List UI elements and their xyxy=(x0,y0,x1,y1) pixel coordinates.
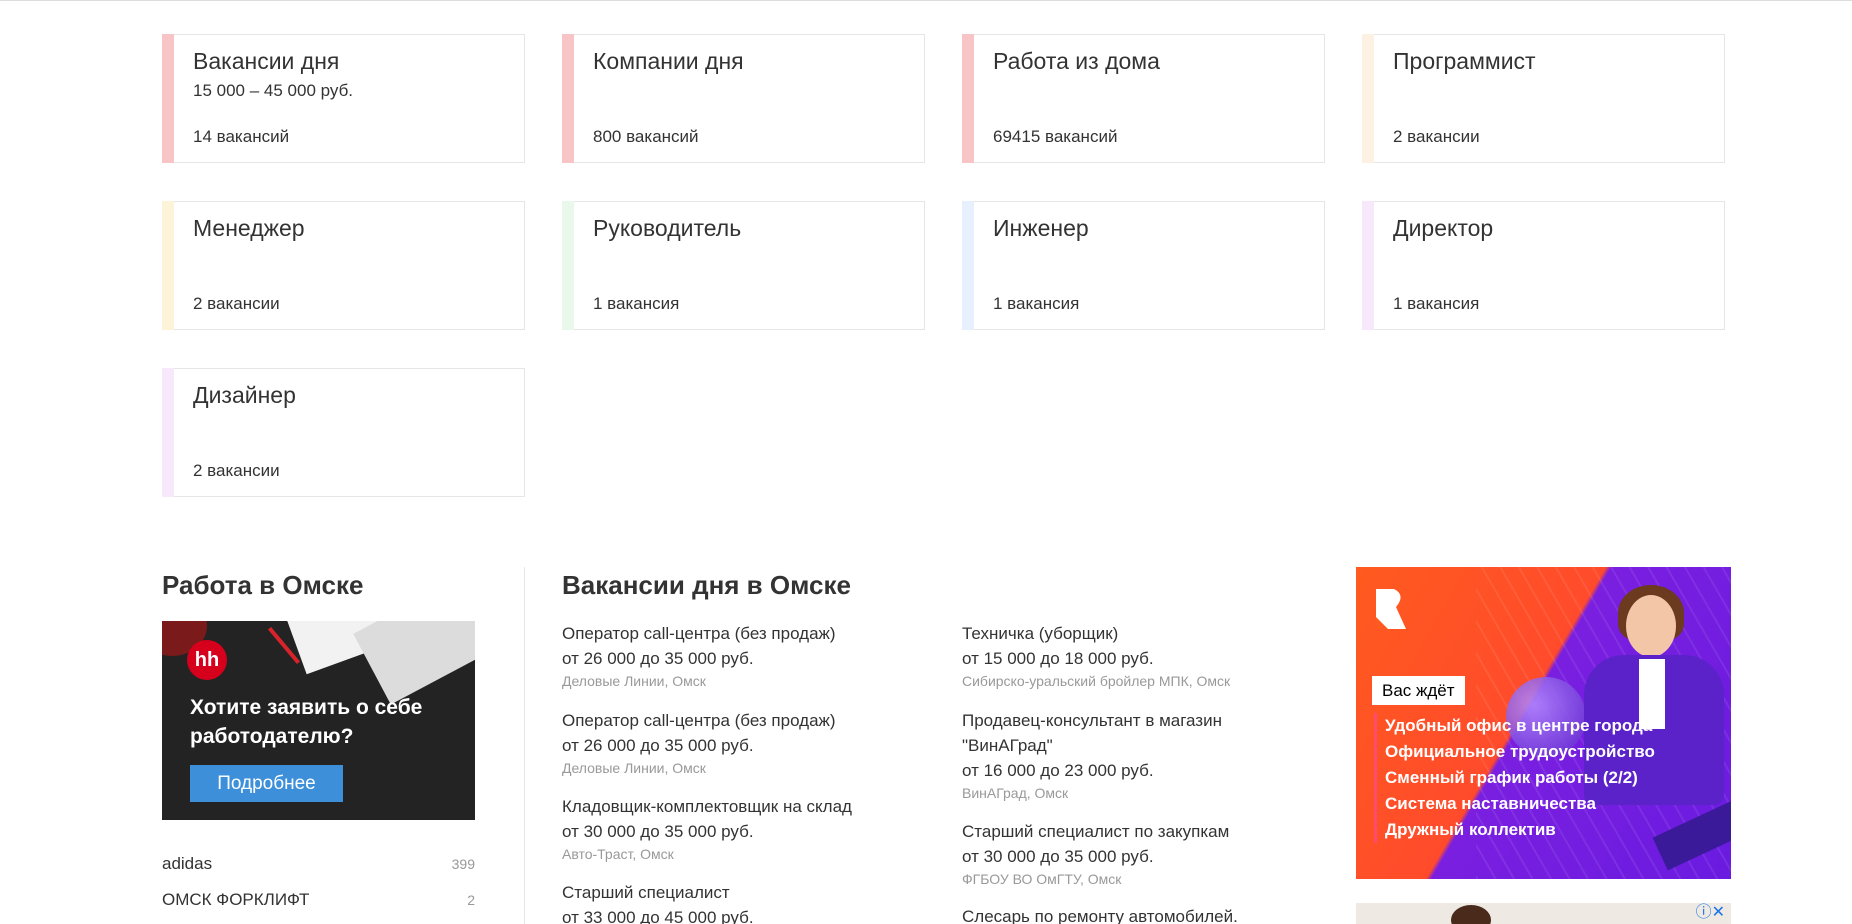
card-title: Программист xyxy=(1393,48,1536,74)
card-count: 69415 вакансий xyxy=(993,127,1118,146)
card-count: 2 вакансии xyxy=(193,294,280,313)
column-divider xyxy=(524,567,525,924)
card-stripe xyxy=(162,368,174,497)
ad-benefit-item: Дружный коллектив xyxy=(1374,817,1655,843)
card-title: Директор xyxy=(1393,215,1494,241)
card-salary: 15 000 – 45 000 руб. xyxy=(193,81,354,100)
ad-benefits-list: Удобный офис в центре города Официальное… xyxy=(1374,713,1655,843)
card-count: 1 вакансия xyxy=(593,294,680,313)
card-count: 1 вакансия xyxy=(1393,294,1480,313)
company-link[interactable]: adidas 399 xyxy=(162,854,475,874)
card-stripe xyxy=(962,34,974,163)
card-programmer[interactable]: Программист 2 вакансии xyxy=(1362,34,1725,163)
card-count: 2 вакансии xyxy=(1393,127,1480,146)
card-manager[interactable]: Менеджер 2 вакансии xyxy=(162,201,525,330)
vacancy-item[interactable]: Оператор call-центра (без продаж) от 26 … xyxy=(562,621,892,691)
banner-text: Хотите заявить о себе работодателю? xyxy=(190,696,423,748)
company-link[interactable]: ОМСК ФОРКЛИФТ 2 xyxy=(162,890,475,910)
ad-badge: Вас ждёт xyxy=(1372,676,1465,705)
banner-more-button[interactable]: Подробнее xyxy=(190,765,343,802)
ad-benefit-item: Сменный график работы (2/2) xyxy=(1374,765,1655,791)
ad-benefit-item: Система наставничества xyxy=(1374,791,1655,817)
vacancy-salary: от 30 000 до 35 000 руб. xyxy=(962,847,1154,866)
card-remote-work[interactable]: Работа из дома 69415 вакансий xyxy=(962,34,1325,163)
card-stripe xyxy=(162,34,174,163)
vacancy-title: Слесарь по ремонту автомобилей. xyxy=(962,907,1238,924)
vacancy-item[interactable]: Кладовщик-комплектовщик на склад от 30 0… xyxy=(562,794,892,864)
person-illustration xyxy=(1451,905,1491,924)
second-ad-banner[interactable]: ⓘ✕ xyxy=(1356,903,1731,924)
vacancy-salary: от 30 000 до 35 000 руб. xyxy=(562,822,754,841)
vacancy-item[interactable]: Слесарь по ремонту автомобилей. xyxy=(962,904,1292,924)
vacancy-item[interactable]: Техничка (уборщик) от 15 000 до 18 000 р… xyxy=(962,621,1292,691)
vacancies-of-day-title: Вакансии дня в Омске xyxy=(562,570,851,600)
card-stripe xyxy=(1362,201,1374,330)
company-name: ОМСК ФОРКЛИФТ xyxy=(162,890,310,909)
vacancy-salary: от 26 000 до 35 000 руб. xyxy=(562,649,754,668)
card-companies-of-day[interactable]: Компании дня 800 вакансий xyxy=(562,34,925,163)
card-engineer[interactable]: Инженер 1 вакансия xyxy=(962,201,1325,330)
vacancy-title: Продавец-консультант в магазин "ВинАГрад… xyxy=(962,711,1222,755)
company-vacancy-count: 399 xyxy=(451,856,475,872)
vacancy-item[interactable]: Оператор call-центра (без продаж) от 26 … xyxy=(562,708,892,778)
ad-info-close-icon[interactable]: ⓘ✕ xyxy=(1696,904,1725,922)
card-designer[interactable]: Дизайнер 2 вакансии xyxy=(162,368,525,497)
hh-banner[interactable]: hh Хотите заявить о себе работодателю? П… xyxy=(162,621,475,820)
job-ad-banner[interactable]: Вас ждёт Удобный офис в центре города Оф… xyxy=(1356,567,1731,879)
work-in-omsk-title: Работа в Омске xyxy=(162,570,364,600)
card-vacancies-of-day[interactable]: Вакансии дня 15 000 – 45 000 руб. 14 вак… xyxy=(162,34,525,163)
vacancy-title: Старший специалист по закупкам xyxy=(962,822,1230,841)
vacancy-company: ФГБОУ ВО ОмГТУ, Омск xyxy=(962,871,1122,887)
card-title: Вакансии дня xyxy=(193,48,340,74)
vacancy-title: Кладовщик-комплектовщик на склад xyxy=(562,797,852,816)
vacancy-item[interactable]: Продавец-консультант в магазин "ВинАГрад… xyxy=(962,708,1262,803)
card-head[interactable]: Руководитель 1 вакансия xyxy=(562,201,925,330)
card-title: Компании дня xyxy=(593,48,744,74)
hh-logo-icon: hh xyxy=(187,640,227,680)
card-title: Руководитель xyxy=(593,215,742,241)
card-count: 800 вакансий xyxy=(593,127,699,146)
company-name: adidas xyxy=(162,854,213,873)
card-director[interactable]: Директор 1 вакансия xyxy=(1362,201,1725,330)
vacancy-company: Деловые Линии, Омск xyxy=(562,760,706,776)
vacancy-item[interactable]: Старший специалист от 33 000 до 45 000 р… xyxy=(562,880,892,924)
card-stripe xyxy=(962,201,974,330)
card-title: Работа из дома xyxy=(993,48,1160,74)
card-stripe xyxy=(562,201,574,330)
card-count: 14 вакансий xyxy=(193,127,290,146)
card-stripe xyxy=(1362,34,1374,163)
top-divider xyxy=(0,0,1852,1)
card-stripe xyxy=(162,201,174,330)
vacancy-salary: от 33 000 до 45 000 руб. xyxy=(562,908,754,924)
card-stripe xyxy=(562,34,574,163)
person-illustration xyxy=(1626,595,1676,657)
vacancy-salary: от 16 000 до 23 000 руб. xyxy=(962,761,1154,780)
vacancy-company: Авто-Траст, Омск xyxy=(562,846,674,862)
card-title: Дизайнер xyxy=(193,382,296,408)
vacancy-company: ВинАГрад, Омск xyxy=(962,785,1069,801)
vacancy-company: Деловые Линии, Омск xyxy=(562,673,706,689)
vacancy-title: Старший специалист xyxy=(562,883,730,902)
card-title: Менеджер xyxy=(193,215,305,241)
brand-logo-icon xyxy=(1376,589,1406,629)
vacancy-title: Оператор call-центра (без продаж) xyxy=(562,711,836,730)
card-count: 2 вакансии xyxy=(193,461,280,480)
ad-benefit-item: Официальное трудоустройство xyxy=(1374,739,1655,765)
card-title: Инженер xyxy=(993,215,1089,241)
vacancy-title: Техничка (уборщик) xyxy=(962,624,1119,643)
vacancy-salary: от 26 000 до 35 000 руб. xyxy=(562,736,754,755)
vacancy-title: Оператор call-центра (без продаж) xyxy=(562,624,836,643)
banner-decoration xyxy=(353,621,475,705)
card-count: 1 вакансия xyxy=(993,294,1080,313)
vacancy-company: Сибирско-уральский бройлер МПК, Омск xyxy=(962,673,1231,689)
vacancy-salary: от 15 000 до 18 000 руб. xyxy=(962,649,1154,668)
company-vacancy-count: 2 xyxy=(467,892,475,908)
vacancy-item[interactable]: Старший специалист по закупкам от 30 000… xyxy=(962,819,1292,889)
ad-benefit-item: Удобный офис в центре города xyxy=(1374,713,1655,739)
